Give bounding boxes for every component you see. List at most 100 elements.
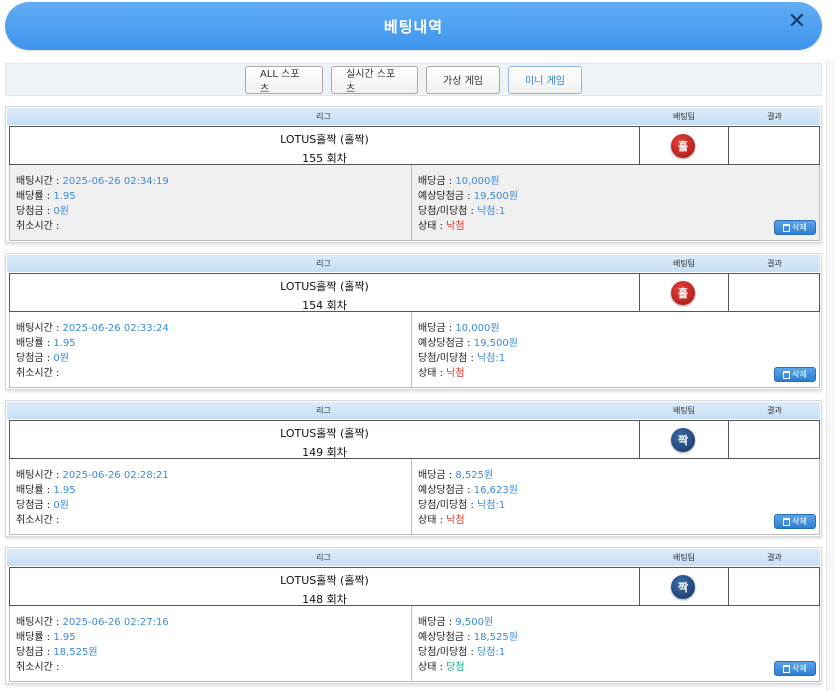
bet-details: 배팅시간 : 2025-06-26 02:34:19 배당률 : 1.95 당첨… [9, 165, 820, 241]
expected-win-value: 19,500원 [473, 338, 518, 349]
game-round: 148 회차 [302, 593, 347, 606]
status-value: 낙첨 [446, 221, 465, 232]
bet-amount-value: 10,000원 [455, 323, 500, 334]
expected-win-value: 19,500원 [473, 191, 518, 202]
game-row: LOTUS홀짝 (홀짝) 154 회차 홀 [9, 273, 820, 312]
trash-icon [783, 223, 791, 232]
tab-all-sports[interactable]: ALL 스포츠 [245, 65, 323, 95]
expected-win-value: 18,525원 [473, 632, 518, 643]
odds-label: 배당률 : [16, 191, 51, 202]
modal-title: 베팅내역 [383, 17, 444, 36]
scrollbar[interactable] [826, 60, 834, 691]
bet-amount-label: 배당금 : [418, 323, 453, 334]
odds-label: 배당률 : [16, 485, 51, 496]
expected-win-value: 16,623원 [473, 485, 518, 496]
status-label: 상태 : [418, 515, 443, 526]
bet-amount-value: 9,500원 [455, 617, 494, 628]
odds-value: 1.95 [53, 632, 76, 643]
status-value: 낙첨 [446, 368, 465, 379]
table-header: 리그 배팅팀 결과 [7, 255, 820, 272]
category-tabs: ALL 스포츠 실시간 스포츠 가상 게임 미니 게임 [5, 63, 822, 96]
delete-label: 삭제 [792, 664, 807, 673]
game-round: 155 회차 [302, 152, 347, 165]
odds-value: 1.95 [53, 485, 76, 496]
bet-card: 리그 배팅팀 결과 LOTUS홀짝 (홀짝) 154 회차 홀 배팅시간 : 2… [5, 253, 822, 390]
cancel-time-label: 취소시간 : [16, 368, 60, 379]
status-value: 낙첨 [446, 515, 465, 526]
trash-icon [783, 370, 791, 379]
game-name: LOTUS홀짝 (홀짝) [280, 574, 369, 587]
table-header: 리그 배팅팀 결과 [7, 549, 820, 566]
trash-icon [783, 664, 791, 673]
bet-time-label: 배팅시간 : [16, 323, 60, 334]
result-column-header: 결과 [767, 112, 782, 121]
pick-cell: 홀 [640, 127, 729, 164]
pick-cell: 짝 [640, 568, 729, 605]
team-column-header: 배팅팀 [672, 112, 696, 121]
win-amount-label: 당첨금 : [16, 353, 51, 364]
win-lose-value: 낙첨:1 [477, 500, 506, 511]
expected-win-label: 예상당첨금 : [418, 485, 471, 496]
cancel-time-label: 취소시간 : [16, 662, 60, 673]
bet-time-label: 배팅시간 : [16, 176, 60, 187]
table-header: 리그 배팅팀 결과 [7, 108, 820, 125]
status-label: 상태 : [418, 662, 443, 673]
pick-badge: 짝 [671, 575, 695, 599]
bet-time-value: 2025-06-26 02:33:24 [62, 323, 169, 334]
league-column-header: 리그 [316, 553, 331, 562]
tab-live-sports[interactable]: 실시간 스포츠 [331, 65, 418, 95]
team-column-header: 배팅팀 [672, 259, 696, 268]
status-label: 상태 : [418, 368, 443, 379]
cancel-time-label: 취소시간 : [16, 515, 60, 526]
table-header: 리그 배팅팀 결과 [7, 402, 820, 419]
game-name: LOTUS홀짝 (홀짝) [280, 427, 369, 440]
win-lose-value: 당첨:1 [477, 647, 506, 658]
pick-cell: 짝 [640, 421, 729, 458]
bet-time-value: 2025-06-26 02:34:19 [62, 176, 169, 187]
league-column-header: 리그 [316, 112, 331, 121]
win-lose-value: 낙첨:1 [477, 353, 506, 364]
bet-card: 리그 배팅팀 결과 LOTUS홀짝 (홀짝) 149 회차 짝 배팅시간 : 2… [5, 400, 822, 537]
bet-card: 리그 배팅팀 결과 LOTUS홀짝 (홀짝) 148 회차 짝 배팅시간 : 2… [5, 547, 822, 684]
expected-win-label: 예상당첨금 : [418, 191, 471, 202]
bet-time-value: 2025-06-26 02:28:21 [62, 470, 169, 481]
odds-label: 배당률 : [16, 338, 51, 349]
odds-value: 1.95 [53, 338, 76, 349]
status-value: 당첨 [446, 662, 465, 673]
bet-time-label: 배팅시간 : [16, 470, 60, 481]
result-column-header: 결과 [767, 406, 782, 415]
delete-button[interactable]: 삭제 [774, 367, 816, 382]
bet-amount-label: 배당금 : [418, 470, 453, 481]
status-label: 상태 : [418, 221, 443, 232]
team-column-header: 배팅팀 [672, 406, 696, 415]
expected-win-label: 예상당첨금 : [418, 632, 471, 643]
pick-badge: 홀 [671, 134, 695, 158]
game-row: LOTUS홀짝 (홀짝) 155 회차 홀 [9, 126, 820, 165]
win-amount-label: 당첨금 : [16, 647, 51, 658]
odds-value: 1.95 [53, 191, 76, 202]
game-name: LOTUS홀짝 (홀짝) [280, 280, 369, 293]
delete-button[interactable]: 삭제 [774, 514, 816, 529]
win-lose-label: 당첨/미당첨 : [418, 647, 474, 658]
game-row: LOTUS홀짝 (홀짝) 148 회차 짝 [9, 567, 820, 606]
game-round: 154 회차 [302, 299, 347, 312]
bet-time-label: 배팅시간 : [16, 617, 60, 628]
league-column-header: 리그 [316, 406, 331, 415]
result-cell [729, 421, 819, 458]
delete-button[interactable]: 삭제 [774, 220, 816, 235]
bet-amount-value: 8,525원 [455, 470, 494, 481]
league-column-header: 리그 [316, 259, 331, 268]
win-amount-value: 0원 [53, 500, 69, 511]
close-icon[interactable]: ✕ [788, 9, 806, 34]
game-info: LOTUS홀짝 (홀짝) 148 회차 [10, 568, 640, 606]
tab-mini-game[interactable]: 미니 게임 [508, 65, 582, 94]
result-column-header: 결과 [767, 553, 782, 562]
result-cell [729, 274, 819, 311]
win-amount-value: 18,525원 [53, 647, 98, 658]
game-row: LOTUS홀짝 (홀짝) 149 회차 짝 [9, 420, 820, 459]
game-info: LOTUS홀짝 (홀짝) 155 회차 [10, 127, 640, 165]
delete-button[interactable]: 삭제 [774, 661, 816, 676]
team-column-header: 배팅팀 [672, 553, 696, 562]
game-name: LOTUS홀짝 (홀짝) [280, 133, 369, 146]
tab-virtual-game[interactable]: 가상 게임 [426, 65, 500, 94]
